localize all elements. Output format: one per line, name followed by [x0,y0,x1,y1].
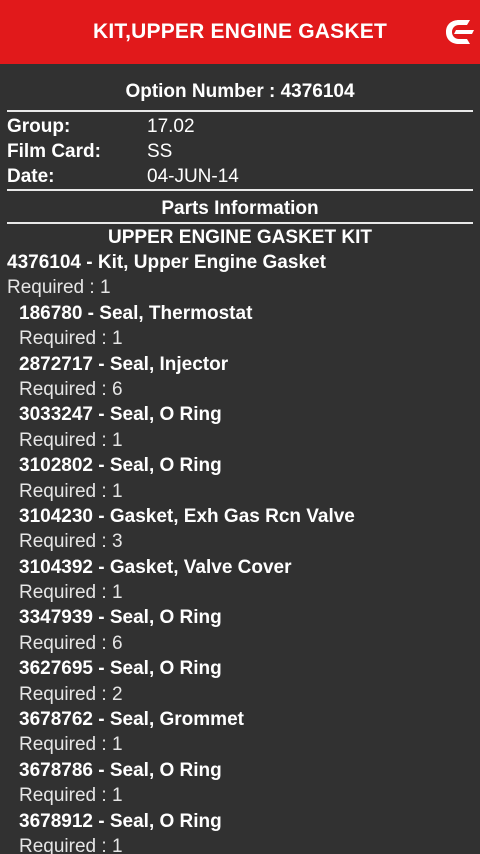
part-name: 3678786 - Seal, O Ring [19,759,222,781]
list-item: 3678912 - Seal, O Ring Required : 1 [0,809,480,854]
group-value: 17.02 [147,116,195,137]
film-card-label: Film Card: [7,141,101,162]
divider [7,189,473,191]
part-required: Required : 1 [19,480,123,502]
part-name: 3102802 - Seal, O Ring [19,455,222,477]
part-name: 4376104 - Kit, Upper Engine Gasket [7,252,326,273]
list-item: 3678786 - Seal, O Ring Required : 1 [0,758,480,809]
cummins-logo-icon[interactable] [440,14,476,50]
part-required: Required : 1 [19,582,123,604]
list-item: 3627695 - Seal, O Ring Required : 2 [0,656,480,707]
part-required: Required : 1 [19,328,123,350]
divider [7,110,473,112]
part-name: 3104230 - Gasket, Exh Gas Rcn Valve [19,505,355,527]
part-required: Required : 2 [19,683,123,705]
list-item: 186780 - Seal, Thermostat Required : 1 [0,301,480,352]
part-name: 3627695 - Seal, O Ring [19,658,222,680]
parts-information-title: Parts Information [161,198,319,219]
divider [7,222,473,224]
option-number-title: Option Number : 4376104 [125,81,355,102]
part-required: Required : 6 [19,378,123,400]
part-name: 3104392 - Gasket, Valve Cover [19,556,292,578]
list-item: 3347939 - Seal, O Ring Required : 6 [0,605,480,656]
part-name: 3033247 - Seal, O Ring [19,404,222,426]
app-title: KIT,UPPER ENGINE GASKET [93,20,387,43]
part-required: Required : 3 [19,531,123,553]
list-item: 3033247 - Seal, O Ring Required : 1 [0,402,480,453]
part-name: 3678762 - Seal, Grommet [19,709,244,731]
list-item: 3104230 - Gasket, Exh Gas Rcn Valve Requ… [0,504,480,555]
part-required: Required : 1 [19,785,123,807]
list-item: 2872717 - Seal, Injector Required : 6 [0,352,480,403]
app-bar: KIT,UPPER ENGINE GASKET [0,0,480,64]
part-required: Required : 1 [7,277,111,299]
film-card-value: SS [147,141,173,162]
part-required: Required : 1 [19,734,123,756]
part-name: 3678912 - Seal, O Ring [19,810,222,832]
list-item: 3104392 - Gasket, Valve Cover Required :… [0,555,480,606]
list-item: 3102802 - Seal, O Ring Required : 1 [0,453,480,504]
list-item: 4376104 - Kit, Upper Engine Gasket Requi… [0,250,480,301]
part-name: 3347939 - Seal, O Ring [19,607,222,629]
part-required: Required : 6 [19,632,123,654]
list-item: 3678762 - Seal, Grommet Required : 1 [0,707,480,758]
part-required: Required : 1 [19,835,123,854]
part-name: 2872717 - Seal, Injector [19,353,229,375]
part-name: 186780 - Seal, Thermostat [19,302,253,324]
part-required: Required : 1 [19,429,123,451]
group-label: Group: [7,116,71,137]
option-detail-content[interactable]: Option Number : 4376104 Group: 17.02 Fil… [0,64,480,854]
parts-list: 4376104 - Kit, Upper Engine Gasket Requi… [0,250,480,854]
kit-title: UPPER ENGINE GASKET KIT [108,227,372,248]
date-label: Date: [7,166,55,187]
date-value: 04-JUN-14 [147,166,239,187]
